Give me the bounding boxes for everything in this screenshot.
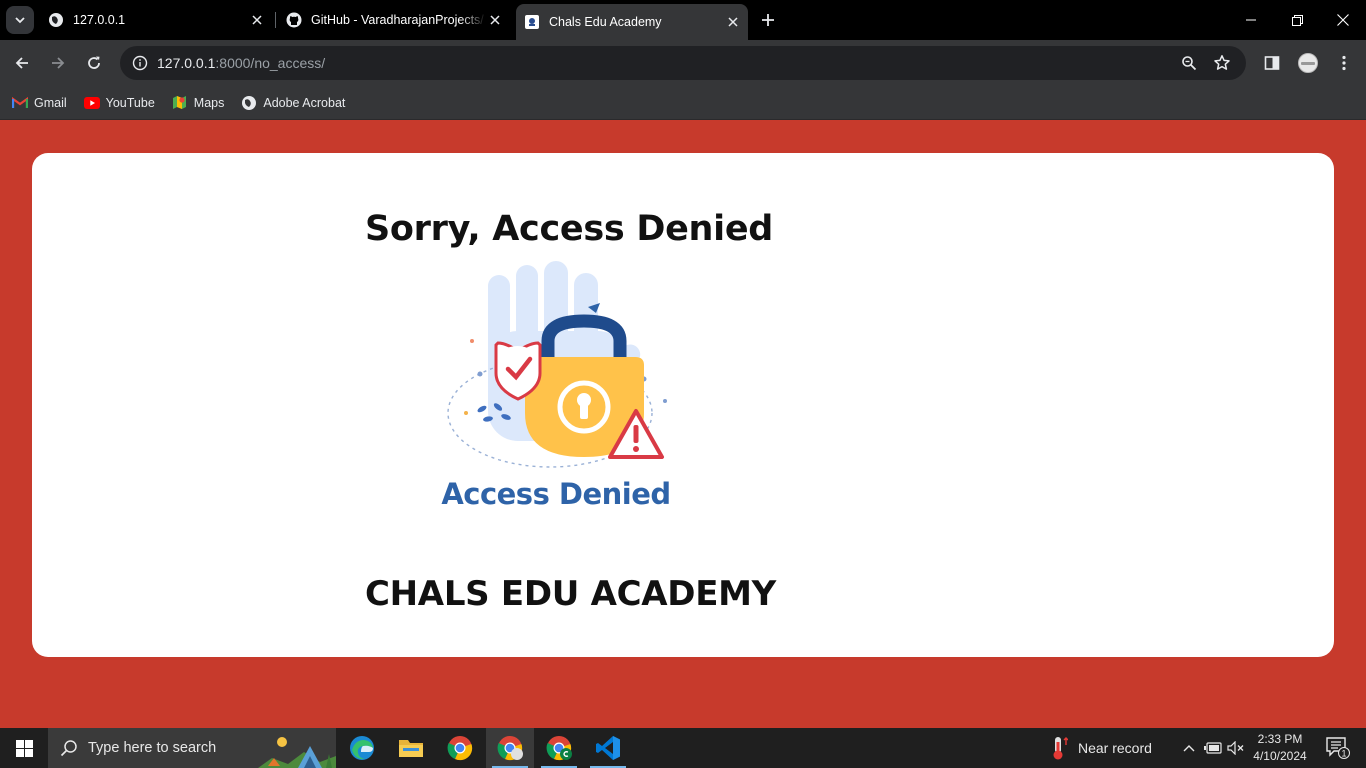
menu-button[interactable] (1328, 47, 1360, 79)
more-vertical-icon (1342, 55, 1346, 71)
start-button[interactable] (0, 728, 48, 768)
site-favicon (524, 14, 540, 30)
weather-text: Near record (1078, 740, 1152, 756)
url-path: :8000/no_access/ (215, 55, 326, 71)
folder-icon (399, 740, 423, 757)
tab-search-button[interactable] (6, 6, 34, 34)
tab-separator (275, 12, 276, 28)
new-tab-button[interactable] (756, 8, 780, 32)
forward-button[interactable] (42, 47, 74, 79)
address-bar[interactable]: 127.0.0.1:8000/no_access/ (120, 46, 1246, 80)
notification-count: 1 (1341, 749, 1346, 759)
notification-center-button[interactable]: 1 (1318, 728, 1358, 768)
side-panel-icon (1264, 56, 1280, 70)
url-host: 127.0.0.1 (157, 55, 216, 71)
academy-title: CHALS EDU ACADEMY (365, 574, 776, 614)
close-icon[interactable] (724, 13, 742, 31)
reload-button[interactable] (78, 47, 110, 79)
taskbar-file-explorer[interactable] (387, 728, 435, 768)
gmail-icon (12, 95, 28, 111)
arrow-left-icon (15, 57, 28, 69)
maps-icon (172, 95, 188, 111)
battery-icon (1204, 742, 1222, 754)
taskbar-chrome-profile-c[interactable] (535, 728, 583, 768)
clock-date: 4/10/2024 (1253, 749, 1307, 763)
zoom-icon[interactable] (1177, 51, 1201, 75)
bookmark-adobe-acrobat[interactable]: Adobe Acrobat (241, 95, 345, 111)
bookmark-star-icon[interactable] (1210, 51, 1234, 75)
restore-button[interactable] (1274, 0, 1320, 40)
bookmark-label: Adobe Acrobat (263, 95, 346, 110)
bookmark-maps[interactable]: Maps (172, 95, 225, 111)
show-hidden-icons-button[interactable] (1177, 728, 1201, 768)
page-title: Sorry, Access Denied (365, 209, 774, 249)
page-viewport: Sorry, Access Denied Access Denied CHALS… (0, 120, 1366, 728)
minimize-icon (1246, 19, 1256, 21)
arrow-right-icon (52, 57, 65, 69)
volume-tray[interactable] (1224, 728, 1248, 768)
profile-button[interactable] (1292, 47, 1324, 79)
tab-chals-edu-academy[interactable]: Chals Edu Academy (516, 4, 748, 40)
illustration-caption: Access Denied (441, 477, 671, 511)
taskbar-search[interactable]: Type here to search (48, 728, 336, 768)
restore-icon (1291, 14, 1303, 26)
bookmarks-bar: Gmail YouTube Maps Adobe Acrobat (0, 86, 1366, 120)
tab-github[interactable]: GitHub - VaradharajanProjects/ (278, 0, 510, 40)
thermometer-icon (1050, 736, 1068, 760)
site-info-icon[interactable] (128, 51, 152, 75)
vscode-icon (596, 736, 620, 760)
clock-time: 2:33 PM (1257, 732, 1303, 746)
plus-icon (762, 14, 774, 26)
weather-widget[interactable]: Near record (1050, 728, 1152, 768)
globe-icon (241, 95, 257, 111)
tab-title: 127.0.0.1 (73, 13, 126, 27)
windows-icon (15, 739, 33, 757)
tab-title: Chals Edu Academy (549, 15, 662, 29)
chrome-icon (447, 736, 473, 761)
battery-tray[interactable] (1201, 728, 1225, 768)
url-text[interactable]: 127.0.0.1:8000/no_access/ (157, 55, 325, 71)
chrome-icon (497, 736, 523, 761)
minimize-button[interactable] (1228, 0, 1274, 40)
close-icon (1337, 14, 1349, 26)
close-icon[interactable] (486, 11, 504, 29)
volume-muted-icon (1227, 741, 1244, 755)
tab-localhost[interactable]: 127.0.0.1 (40, 0, 272, 40)
avatar (1298, 53, 1318, 73)
close-icon[interactable] (248, 11, 266, 29)
bookmark-gmail[interactable]: Gmail (12, 95, 67, 111)
tab-title: GitHub - VaradharajanProjects/ (311, 13, 484, 27)
side-panel-button[interactable] (1256, 47, 1288, 79)
bookmark-youtube[interactable]: YouTube (83, 95, 155, 111)
notification-icon: 1 (1326, 737, 1350, 759)
search-highlight-illustration (258, 737, 336, 768)
chrome-icon (546, 736, 572, 761)
github-icon (286, 12, 302, 28)
windows-taskbar: Type here to search Near record 2:33 PM … (0, 728, 1366, 768)
taskbar-chrome[interactable] (436, 728, 484, 768)
access-denied-card: Sorry, Access Denied Access Denied CHALS… (32, 153, 1334, 657)
taskbar-edge[interactable] (338, 728, 386, 768)
taskbar-chrome-profile-active[interactable] (486, 728, 534, 768)
taskbar-clock[interactable]: 2:33 PM 4/10/2024 (1248, 731, 1312, 765)
bookmark-label: Maps (193, 95, 225, 110)
youtube-icon (83, 95, 100, 111)
taskbar-vscode[interactable] (584, 728, 632, 768)
bookmark-label: Gmail (34, 95, 67, 110)
edge-icon (350, 736, 374, 760)
bookmark-label: YouTube (105, 95, 155, 110)
tab-strip: 127.0.0.1 GitHub - VaradharajanProjects/… (0, 0, 1366, 40)
globe-icon (48, 12, 64, 28)
search-placeholder: Type here to search (88, 740, 217, 756)
chevron-down-icon (15, 17, 25, 24)
search-icon (60, 739, 78, 757)
close-window-button[interactable] (1320, 0, 1366, 40)
back-button[interactable] (6, 47, 38, 79)
reload-icon (88, 56, 100, 69)
browser-toolbar: 127.0.0.1:8000/no_access/ (0, 40, 1366, 86)
chevron-up-icon (1183, 745, 1195, 752)
